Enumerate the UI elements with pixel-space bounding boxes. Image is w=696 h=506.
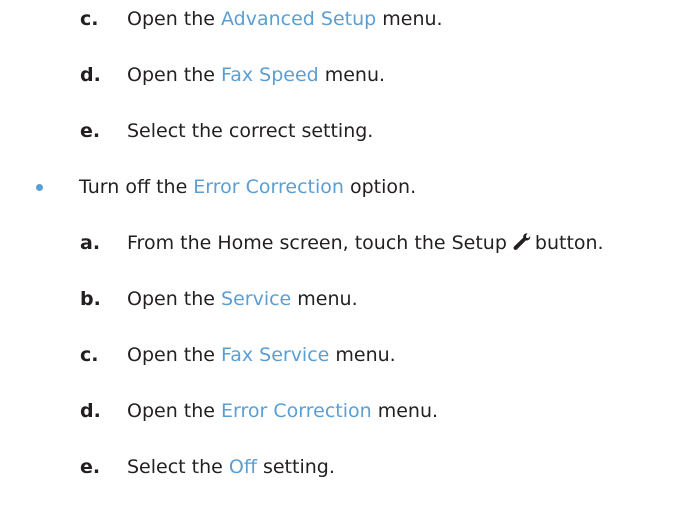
menu-link-advanced-setup[interactable]: Advanced Setup [221, 8, 376, 30]
menu-link-fax-service[interactable]: Fax Service [221, 344, 329, 366]
menu-link-fax-speed[interactable]: Fax Speed [221, 64, 319, 86]
menu-link-error-correction[interactable]: Error Correction [221, 400, 372, 422]
step-text-post: menu. [318, 64, 386, 86]
step-letter: c. [80, 8, 99, 30]
step-text-pre: From the Home screen, touch the Setup [127, 232, 507, 254]
bullet-text: Turn off the Error Correction option. [79, 172, 416, 202]
bullet-dot-icon [36, 184, 43, 191]
step-text: Open the Advanced Setup menu. [127, 4, 443, 34]
step-text-pre: Select the [127, 456, 229, 478]
wrench-icon [513, 233, 531, 250]
setting-link-off[interactable]: Off [229, 456, 257, 478]
step-text-pre: Open the [127, 344, 222, 366]
step-letter: e. [80, 456, 101, 478]
step-text-post: menu. [291, 288, 358, 310]
menu-link-service[interactable]: Service [221, 288, 291, 310]
step-letter: d. [80, 64, 101, 86]
step-text-pre: Open the [127, 64, 222, 86]
step-text: Select the Off setting. [127, 452, 335, 482]
step-text: Open the Service menu. [127, 284, 358, 314]
step-text-pre: Open the [127, 8, 222, 30]
step-text-pre: Open the [127, 288, 222, 310]
step-text: Select the correct setting. [127, 120, 374, 142]
bullet-text-post: option. [343, 176, 417, 198]
step-text: Open the Fax Speed menu. [127, 60, 385, 90]
step-letter: e. [80, 120, 101, 142]
step-text: From the Home screen, touch the Setup bu… [127, 228, 604, 258]
step-letter: a. [80, 232, 101, 254]
option-link-error-correction[interactable]: Error Correction [193, 176, 344, 198]
step-text: Open the Fax Service menu. [127, 340, 396, 370]
step-letter: d. [80, 400, 101, 422]
step-text-post: menu. [329, 344, 396, 366]
step-text-post: menu. [376, 8, 443, 30]
step-text-post: button. [534, 232, 604, 254]
bullet-text-pre: Turn off the [79, 176, 194, 198]
step-text-post: setting. [256, 456, 335, 478]
step-letter: c. [80, 344, 99, 366]
step-letter: b. [80, 288, 101, 310]
step-text-pre: Open the [127, 400, 222, 422]
step-text: Open the Error Correction menu. [127, 396, 438, 426]
step-text-post: menu. [371, 400, 439, 422]
